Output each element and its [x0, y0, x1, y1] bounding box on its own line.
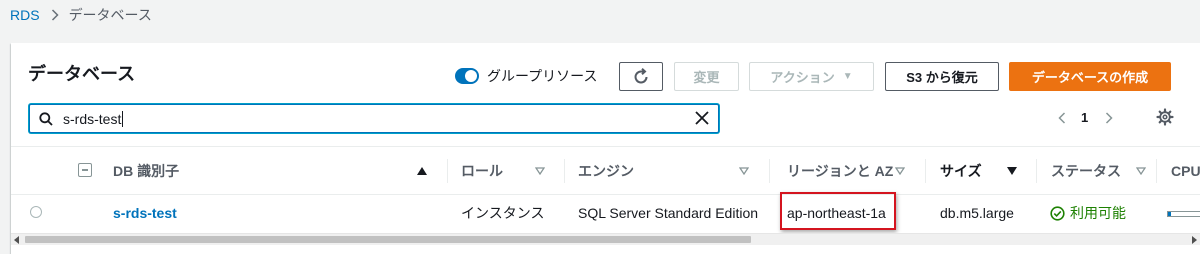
- breadcrumb: RDS データベース: [10, 6, 152, 24]
- page-number[interactable]: 1: [1081, 110, 1088, 125]
- cpu-progress-bar: [1167, 211, 1200, 217]
- sort-icon: [1136, 166, 1146, 175]
- page-title: データベース: [28, 64, 136, 84]
- select-all-checkbox[interactable]: [78, 163, 92, 177]
- sort-icon: [739, 166, 749, 175]
- chevron-right-icon[interactable]: [1105, 111, 1113, 124]
- scroll-right-icon[interactable]: [1191, 236, 1197, 244]
- search-value: s-rds-test: [63, 110, 122, 127]
- column-status-label: ステータス: [1051, 162, 1121, 179]
- caret-down-icon: ▼: [842, 71, 853, 82]
- column-cpu[interactable]: CPU: [1171, 147, 1200, 194]
- pagination: 1: [1058, 110, 1113, 125]
- sort-icon: [535, 166, 545, 175]
- column-status[interactable]: ステータス: [1051, 147, 1146, 194]
- column-divider: [925, 159, 926, 183]
- column-role[interactable]: ロール: [461, 147, 555, 194]
- restore-from-s3-button[interactable]: S3 から復元: [885, 62, 999, 91]
- modify-button[interactable]: 変更: [674, 62, 739, 91]
- column-divider: [769, 159, 770, 183]
- toggle-switch[interactable]: [455, 68, 479, 84]
- group-resources-label: グループリソース: [487, 68, 598, 84]
- actions-label: アクション: [770, 70, 835, 85]
- column-db-id-label: DB 識別子: [113, 162, 180, 179]
- engine-cell: SQL Server Standard Edition: [578, 205, 759, 221]
- close-icon[interactable]: [695, 111, 709, 125]
- status-label: 利用可能: [1070, 205, 1126, 221]
- column-divider: [447, 159, 448, 183]
- table-row[interactable]: s-rds-test インスタンス SQL Server Standard Ed…: [11, 195, 1200, 231]
- db-identifier-link[interactable]: s-rds-test: [113, 195, 177, 231]
- search-icon: [39, 111, 53, 126]
- column-db-id[interactable]: DB 識別子: [113, 147, 437, 194]
- scroll-left-icon[interactable]: [14, 236, 20, 244]
- table-header: DB 識別子 ロール エンジン リージョンと AZ サイズ ステータス CPU: [11, 146, 1200, 195]
- column-divider: [564, 159, 565, 183]
- sort-desc-icon: [1007, 166, 1017, 175]
- column-engine-label: エンジン: [578, 162, 634, 179]
- check-circle-icon: [1050, 205, 1065, 221]
- column-divider: [1156, 159, 1157, 183]
- column-size-label: サイズ: [940, 162, 982, 179]
- column-region-label: リージョンと AZ: [787, 162, 894, 179]
- column-divider: [1036, 159, 1037, 183]
- databases-panel: データベース グループリソース 変更 アクション ▼ S3 から復元 データベー…: [11, 43, 1200, 254]
- row-select-radio[interactable]: [30, 206, 42, 218]
- sort-icon: [895, 166, 905, 175]
- create-database-button[interactable]: データベースの作成: [1009, 62, 1171, 91]
- chevron-right-icon: [51, 9, 59, 21]
- sort-asc-icon: [417, 166, 427, 175]
- text-cursor: [122, 110, 124, 127]
- breadcrumb-current: データベース: [68, 7, 152, 23]
- column-region-az[interactable]: リージョンと AZ: [787, 147, 907, 194]
- column-role-label: ロール: [461, 162, 503, 179]
- gear-icon[interactable]: [1156, 108, 1174, 126]
- chevron-left-icon[interactable]: [1058, 111, 1066, 124]
- horizontal-scrollbar[interactable]: [11, 233, 1200, 245]
- group-resources-toggle[interactable]: グループリソース: [455, 66, 597, 86]
- role-cell: インスタンス: [461, 205, 545, 221]
- scrollbar-thumb[interactable]: [25, 236, 751, 243]
- status-cell: 利用可能: [1050, 195, 1126, 231]
- size-cell: db.m5.large: [940, 205, 1014, 221]
- search-input[interactable]: s-rds-test: [29, 104, 719, 133]
- highlight-box: [780, 192, 896, 230]
- refresh-icon: [632, 67, 650, 86]
- breadcrumb-rds-link[interactable]: RDS: [10, 7, 40, 23]
- actions-dropdown[interactable]: アクション ▼: [749, 62, 874, 91]
- column-cpu-label: CPU: [1171, 162, 1200, 179]
- column-engine[interactable]: エンジン: [578, 147, 759, 194]
- refresh-button[interactable]: [619, 62, 663, 91]
- column-size[interactable]: サイズ: [940, 147, 1027, 194]
